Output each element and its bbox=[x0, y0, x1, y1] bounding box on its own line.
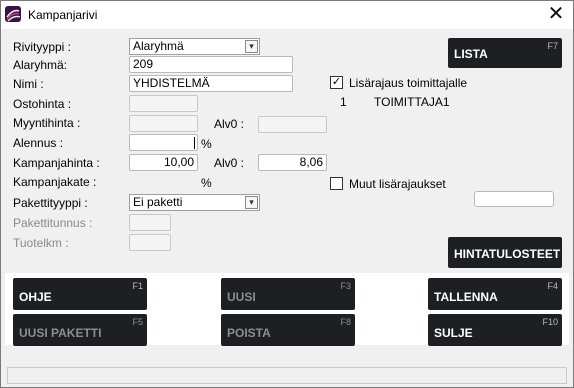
other-restrictions-field[interactable] bbox=[474, 191, 554, 207]
ohje-key-hint: F1 bbox=[132, 281, 143, 291]
nimi-field[interactable]: YHDISTELMÄ bbox=[129, 75, 293, 92]
uusi-paketti-button-label: UUSI PAKETTI bbox=[19, 326, 102, 340]
sulje-button[interactable]: SULJE F10 bbox=[428, 314, 562, 346]
ohje-button[interactable]: OHJE F1 bbox=[13, 278, 147, 310]
rivityyppi-label: Rivityyppi : bbox=[13, 40, 72, 54]
sulje-key-hint: F10 bbox=[542, 317, 558, 327]
rivityyppi-selected-value: Alaryhmä bbox=[133, 39, 184, 53]
tallenna-key-hint: F4 bbox=[547, 281, 558, 291]
kampanjarivi-window: Kampanjarivi ✕ Rivityyppi : Alaryhmä ▾ A… bbox=[0, 0, 574, 388]
other-restrictions-label: Muut lisärajaukset bbox=[349, 177, 446, 191]
kampanjahinta-label: Kampanjahinta : bbox=[13, 156, 100, 170]
poista-button[interactable]: POISTA F8 bbox=[221, 314, 355, 346]
chevron-down-icon[interactable]: ▾ bbox=[245, 196, 258, 209]
uusi-paketti-button[interactable]: UUSI PAKETTI F5 bbox=[13, 314, 147, 346]
pakettitunnus-label: Pakettitunnus : bbox=[13, 216, 93, 230]
status-bar bbox=[7, 367, 567, 384]
window-title: Kampanjarivi bbox=[28, 8, 98, 22]
chevron-down-icon[interactable]: ▾ bbox=[245, 40, 258, 53]
tallenna-button-label: TALLENNA bbox=[434, 290, 498, 304]
tuotelkm-field bbox=[129, 234, 171, 251]
ohje-button-label: OHJE bbox=[19, 290, 52, 304]
lista-key-hint: F7 bbox=[547, 41, 558, 51]
pakettityyppi-label: Pakettityyppi : bbox=[13, 196, 88, 210]
supplier-name: TOIMITTAJA1 bbox=[374, 95, 450, 109]
ostohinta-field bbox=[129, 95, 198, 112]
uusi-paketti-key-hint: F5 bbox=[132, 317, 143, 327]
tallenna-button[interactable]: TALLENNA F4 bbox=[428, 278, 562, 310]
alv0-myyntihinta-field bbox=[258, 116, 327, 133]
myyntihinta-field bbox=[129, 115, 198, 132]
supplier-restriction-checkbox[interactable]: ✓ bbox=[330, 76, 343, 89]
app-logo-icon bbox=[5, 6, 21, 22]
alennus-label: Alennus : bbox=[13, 136, 64, 150]
nimi-label: Nimi : bbox=[13, 77, 44, 91]
poista-key-hint: F8 bbox=[340, 317, 351, 327]
tuotelkm-label: Tuotelkm : bbox=[13, 236, 69, 250]
myyntihinta-label: Myyntihinta : bbox=[13, 116, 81, 130]
hintatulosteet-button[interactable]: HINTATULOSTEET bbox=[448, 237, 562, 268]
close-icon[interactable]: ✕ bbox=[539, 1, 573, 29]
other-restrictions-checkbox[interactable] bbox=[330, 177, 343, 190]
poista-button-label: POISTA bbox=[227, 326, 271, 340]
kampanjakate-label: Kampanjakate : bbox=[13, 175, 97, 189]
text-cursor bbox=[194, 137, 195, 149]
pakettitunnus-field bbox=[129, 214, 171, 231]
hintatulosteet-button-label: HINTATULOSTEET bbox=[454, 247, 561, 261]
sulje-button-label: SULJE bbox=[434, 326, 473, 340]
kampanjahinta-field[interactable]: 10,00 bbox=[129, 154, 198, 171]
supplier-restriction-label: Lisärajaus toimittajalle bbox=[349, 76, 468, 90]
alaryhma-field[interactable]: 209 bbox=[129, 56, 293, 73]
uusi-button-label: UUSI bbox=[227, 290, 256, 304]
alv0-label-myyntihinta: Alv0 : bbox=[214, 117, 245, 131]
alaryhma-label: Alaryhmä: bbox=[13, 58, 68, 72]
rivityyppi-select[interactable]: Alaryhmä ▾ bbox=[129, 38, 260, 55]
title-bar: Kampanjarivi ✕ bbox=[1, 1, 573, 29]
pakettityyppi-selected-value: Ei paketti bbox=[133, 195, 183, 209]
lista-button[interactable]: LISTA F7 bbox=[448, 38, 562, 68]
alennus-unit: % bbox=[201, 137, 212, 151]
alv0-label-kampanjahinta: Alv0 : bbox=[214, 156, 245, 170]
supplier-number: 1 bbox=[340, 95, 347, 109]
alennus-field[interactable] bbox=[129, 134, 198, 151]
ostohinta-label: Ostohinta : bbox=[13, 97, 72, 111]
alv0-kampanjahinta-field[interactable]: 8,06 bbox=[258, 154, 327, 171]
uusi-key-hint: F3 bbox=[340, 281, 351, 291]
kampanjakate-unit: % bbox=[201, 176, 212, 190]
uusi-button[interactable]: UUSI F3 bbox=[221, 278, 355, 310]
pakettityyppi-select[interactable]: Ei paketti ▾ bbox=[129, 194, 260, 211]
lista-button-label: LISTA bbox=[454, 47, 488, 61]
